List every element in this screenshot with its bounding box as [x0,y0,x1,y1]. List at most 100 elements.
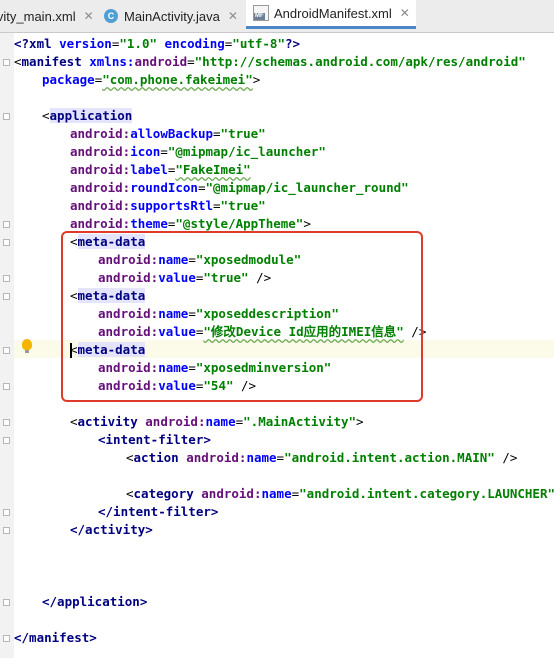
fold-marker-icon[interactable] [3,599,10,606]
code-line-action[interactable]: <action android:name="android.intent.act… [126,449,517,467]
gt: > [252,72,261,87]
attr-value: "@style/AppTheme" [175,216,304,231]
code-line-category[interactable]: <category android:name="android.intent.c… [126,485,554,503]
editor-tab-bar: ivity_main.xml ✕ C MainActivity.java ✕ M… [0,0,554,33]
code-line-attr-roundicon[interactable]: android:roundIcon="@mipmap/ic_launcher_r… [70,179,409,197]
tag-name: activity [77,414,138,429]
lt: < [126,450,134,465]
xml-decl-open: <?xml [14,36,60,51]
ns-prefix: android: [186,450,247,465]
ns-prefix: android: [145,414,206,429]
fold-marker-icon[interactable] [3,293,10,300]
lt: < [70,414,78,429]
fold-marker-icon[interactable] [3,221,10,228]
attr-name: name [205,414,236,429]
code-line-attr-label[interactable]: android:label="FakeImei" [70,161,251,179]
attr-value: ".MainActivity" [243,414,357,429]
code-line-intent-filter-close[interactable]: </intent-filter> [98,503,218,521]
code-line-attr-supportsrtl[interactable]: android:supportsRtl="true" [70,197,266,215]
eq: = [213,126,221,141]
fold-marker-icon[interactable] [3,437,10,444]
attr-value: "android.intent.category.LAUNCHER" [299,486,554,501]
tab-activity-main-xml[interactable]: ivity_main.xml ✕ [0,0,94,32]
gt: > [356,414,364,429]
tag-name: category [133,486,194,501]
eq: = [213,198,221,213]
attr-value: "1.0" [119,36,158,51]
gt: > [303,216,311,231]
attr-name: icon [130,144,161,159]
self-close: /> [494,450,518,465]
lightbulb-icon[interactable] [22,339,32,353]
attr-name: roundIcon [130,180,198,195]
attr-value: "@mipmap/ic_launcher" [167,144,326,159]
eq: = [187,54,195,69]
ns-prefix: android: [70,162,131,177]
fold-marker-icon[interactable] [3,527,10,534]
code-line-manifest-open[interactable]: <manifest xmlns:android="http://schemas.… [14,53,526,71]
ns-prefix: android: [70,144,131,159]
tag-name: application [49,108,133,123]
eq: = [276,450,285,465]
ns-prefix: android: [70,216,131,231]
namespace-name: android [134,54,188,69]
attr-value: "com.phone.fakeimei" [102,72,253,87]
manifest-icon-label: MF [254,13,265,20]
xmlns-prefix: xmlns: [89,54,135,69]
attr-value: "true" [220,126,266,141]
eq: = [291,486,300,501]
close-icon[interactable]: ✕ [228,9,238,23]
xml-decl-close: ?> [284,36,301,51]
editor-gutter [0,33,14,658]
attr-value: "@mipmap/ic_launcher_round" [205,180,409,195]
attr-value: "android.intent.action.MAIN" [284,450,495,465]
tag-name: manifest [21,54,82,69]
ns-prefix: android: [70,198,131,213]
attr-value: "http://schemas.android.com/apk/res/andr… [194,54,526,69]
attr-name: supportsRtl [130,198,214,213]
fold-marker-icon[interactable] [3,113,10,120]
fold-marker-icon[interactable] [3,419,10,426]
fold-marker-icon[interactable] [3,59,10,66]
attr-name: allowBackup [130,126,214,141]
java-class-icon: C [104,9,118,23]
code-line-activity-open[interactable]: <activity android:name=".MainActivity"> [70,413,364,431]
fold-marker-icon[interactable] [3,383,10,390]
attr-value: "true" [220,198,266,213]
fold-marker-icon[interactable] [3,635,10,642]
code-line-attr-icon[interactable]: android:icon="@mipmap/ic_launcher" [70,143,326,161]
fold-marker-icon[interactable] [3,275,10,282]
code-line-intent-filter-open[interactable]: <intent-filter> [98,431,211,449]
tab-label: AndroidManifest.xml [274,5,392,21]
attr-name: encoding [164,36,225,51]
code-line-application-open[interactable]: <application [42,107,133,125]
eq: = [235,414,244,429]
lt: < [14,54,22,69]
ns-prefix: android: [70,180,131,195]
code-line-activity-close[interactable]: </activity> [70,521,153,539]
tab-mainactivity-java[interactable]: C MainActivity.java ✕ [104,0,244,32]
fold-marker-icon[interactable] [3,239,10,246]
attr-value: "utf-8" [232,36,285,51]
close-icon[interactable]: ✕ [84,9,94,23]
code-line-manifest-close[interactable]: </manifest> [14,629,97,647]
attr-name: version [59,36,112,51]
code-line-xml-declaration[interactable]: <?xml version="1.0" encoding="utf-8"?> [14,35,300,53]
close-icon[interactable]: ✕ [400,6,410,20]
eq: = [160,144,168,159]
fold-marker-icon[interactable] [3,509,10,516]
lt: < [126,486,134,501]
attr-name: label [130,162,168,177]
code-line-package[interactable]: package="com.phone.fakeimei"> [42,71,260,89]
tab-androidmanifest-xml[interactable]: MF AndroidManifest.xml ✕ [246,0,416,29]
attr-name: name [246,450,277,465]
attr-name: theme [130,216,168,231]
fold-marker-icon[interactable] [3,347,10,354]
attr-name: name [261,486,292,501]
code-line-application-close[interactable]: </application> [42,593,147,611]
ns-prefix: android: [70,126,131,141]
tab-label: ivity_main.xml [0,8,76,24]
attr-name: package [42,72,95,87]
code-line-attr-allowbackup[interactable]: android:allowBackup="true" [70,125,266,143]
attr-value: "FakeImei" [175,162,251,177]
